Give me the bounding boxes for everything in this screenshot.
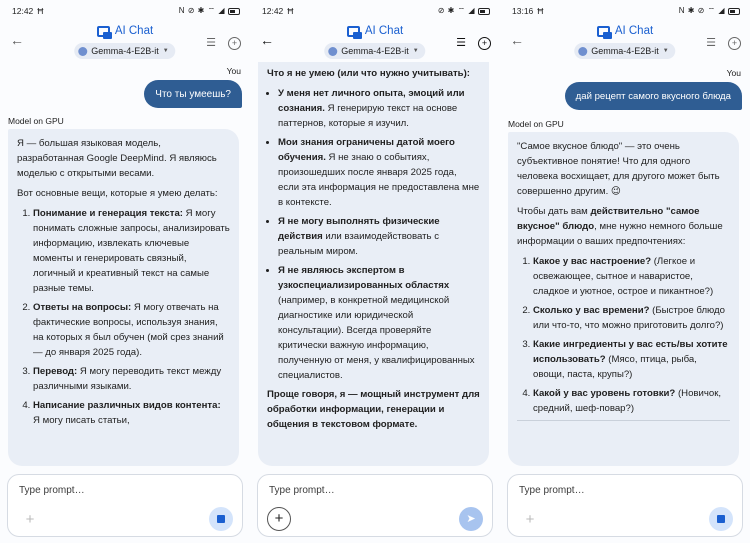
status-bar: 12:42 Ħ ⊘ ✱ ⌔ ◢	[250, 0, 500, 22]
stop-icon	[717, 515, 725, 523]
app-title-text: AI Chat	[614, 25, 654, 37]
app-title: AI Chat	[0, 25, 250, 39]
prompt-input-card: Type prompt… + ➤	[257, 474, 493, 537]
chat-logo-icon	[346, 25, 362, 39]
app-title-text: AI Chat	[364, 25, 404, 37]
plus-icon[interactable]: +	[267, 507, 291, 531]
model-selector[interactable]: Gemma-4-E2B-it ▼	[574, 43, 676, 59]
model-label: Model on GPU	[508, 119, 564, 129]
new-chat-icon[interactable]: +	[478, 37, 491, 50]
response-list: Какое у вас настроение? (Легкое и освежа…	[517, 254, 730, 416]
battery-icon	[478, 7, 490, 15]
app-bar: ← AI Chat Gemma-4-E2B-it ▼ ☰ +	[0, 22, 250, 66]
app-bar: ← AI Chat Gemma-4-E2B-it ▼ ☰ +	[250, 22, 500, 66]
model-name: Gemma-4-E2B-it	[341, 46, 409, 56]
divider	[517, 420, 730, 421]
prompt-input[interactable]: Type prompt…	[19, 485, 85, 496]
model-response: Что я не умею (или что нужно учитывать):…	[258, 62, 489, 466]
status-app-icon: Ħ	[37, 6, 44, 16]
response-closing: Проще говоря, я — мощный инструмент для …	[267, 389, 480, 430]
dropdown-caret-icon: ▼	[412, 48, 419, 54]
response-list: Понимание и генерация текста: Я могу пон…	[17, 206, 230, 428]
user-label: You	[726, 68, 741, 78]
new-chat-icon[interactable]: +	[228, 37, 241, 50]
stop-icon	[217, 515, 225, 523]
prompt-input-card: Type prompt… +	[507, 474, 743, 537]
list-item: Какое у вас настроение? (Легкое и освежа…	[533, 254, 730, 299]
phone-screen-3: 13:16 Ħ N ✱ ⊘ ⌔ ◢ ← AI Chat Gemma-4-E2B-…	[500, 0, 750, 543]
dropdown-caret-icon: ▼	[662, 48, 669, 54]
list-item: Сколько у вас времени? (Быстрое блюдо ил…	[533, 303, 730, 333]
response-paragraph: "Самое вкусное блюдо" — это очень субъек…	[517, 141, 720, 197]
model-label: Model on GPU	[8, 116, 64, 126]
dropdown-caret-icon: ▼	[162, 48, 169, 54]
plus-icon[interactable]: +	[20, 510, 40, 530]
send-icon[interactable]: ➤	[459, 507, 483, 531]
list-item: Понимание и генерация текста: Я могу пон…	[33, 206, 230, 296]
new-chat-icon[interactable]: +	[728, 37, 741, 50]
app-title: AI Chat	[250, 25, 500, 39]
user-message: Что ты умеешь?	[144, 80, 242, 108]
list-item: Перевод: Я могу переводить текст между р…	[33, 364, 230, 394]
user-message: дай рецепт самого вкусного блюда	[564, 82, 742, 110]
tune-icon[interactable]: ☰	[704, 37, 718, 49]
prompt-input-card: Type prompt… +	[7, 474, 243, 537]
status-icons: ⊘ ✱ ⌔ ◢	[437, 6, 475, 15]
tune-icon[interactable]: ☰	[204, 37, 218, 49]
response-paragraph: Вот основные вещи, которые я умею делать…	[17, 188, 218, 199]
stop-button[interactable]	[209, 507, 233, 531]
model-avatar-icon	[78, 46, 88, 56]
model-selector[interactable]: Gemma-4-E2B-it ▼	[74, 43, 176, 59]
status-time: 12:42	[262, 6, 284, 16]
status-bar: 12:42 Ħ N ⊘ ✱ ⌔ ◢	[0, 0, 250, 22]
tune-icon[interactable]: ☰	[454, 37, 468, 49]
status-time: 12:42	[12, 6, 34, 16]
list-item: Я не могу выполнять физические действия …	[278, 214, 480, 259]
chat-logo-icon	[596, 25, 612, 39]
list-item: Какой у вас уровень готовки? (Новичок, с…	[533, 386, 730, 416]
battery-icon	[728, 7, 740, 15]
response-list: У меня нет личного опыта, эмоций или соз…	[267, 86, 480, 383]
status-bar: 13:16 Ħ N ✱ ⊘ ⌔ ◢	[500, 0, 750, 22]
screenshot-collage: 12:42 Ħ N ⊘ ✱ ⌔ ◢ ← AI Chat Gemma-4-E2B-…	[0, 0, 750, 543]
model-avatar-icon	[328, 46, 338, 56]
model-avatar-icon	[578, 46, 588, 56]
prompt-input[interactable]: Type prompt…	[519, 485, 585, 496]
list-item: Какие ингредиенты у вас есть/вы хотите и…	[533, 337, 730, 382]
prompt-input[interactable]: Type prompt…	[269, 485, 335, 496]
phone-screen-1: 12:42 Ħ N ⊘ ✱ ⌔ ◢ ← AI Chat Gemma-4-E2B-…	[0, 0, 250, 543]
status-app-icon: Ħ	[537, 6, 544, 16]
model-response: "Самое вкусное блюдо" — это очень субъек…	[508, 132, 739, 466]
list-item: Я не являюсь экспертом в узкоспециализир…	[278, 263, 480, 383]
model-response: Я — большая языковая модель, разработанн…	[8, 129, 239, 466]
list-item: Ответы на вопросы: Я могу отвечать на фа…	[33, 300, 230, 360]
app-title-text: AI Chat	[114, 25, 154, 37]
model-selector[interactable]: Gemma-4-E2B-it ▼	[324, 43, 426, 59]
battery-icon	[228, 7, 240, 15]
response-paragraph: Чтобы дать вам действительно "самое вкус…	[517, 206, 723, 247]
user-label: You	[226, 66, 241, 76]
status-app-icon: Ħ	[287, 6, 294, 16]
model-name: Gemma-4-E2B-it	[591, 46, 659, 56]
status-icons: N ⊘ ✱ ⌔ ◢	[178, 6, 225, 15]
response-heading: Что я не умею (или что нужно учитывать):	[267, 68, 470, 79]
chat-logo-icon	[96, 25, 112, 39]
app-bar: ← AI Chat Gemma-4-E2B-it ▼ ☰ +	[500, 22, 750, 66]
list-item: Написание различных видов контента: Я мо…	[33, 398, 230, 428]
list-item: У меня нет личного опыта, эмоций или соз…	[278, 86, 480, 131]
stop-button[interactable]	[709, 507, 733, 531]
response-paragraph: Я — большая языковая модель, разработанн…	[17, 138, 217, 179]
model-name: Gemma-4-E2B-it	[91, 46, 159, 56]
plus-icon[interactable]: +	[520, 510, 540, 530]
status-icons: N ✱ ⊘ ⌔ ◢	[678, 6, 725, 15]
status-time: 13:16	[512, 6, 534, 16]
app-title: AI Chat	[500, 25, 750, 39]
phone-screen-2: 12:42 Ħ ⊘ ✱ ⌔ ◢ ← AI Chat Gemma-4-E2B-it…	[250, 0, 500, 543]
list-item: Мои знания ограничены датой моего обучен…	[278, 135, 480, 210]
